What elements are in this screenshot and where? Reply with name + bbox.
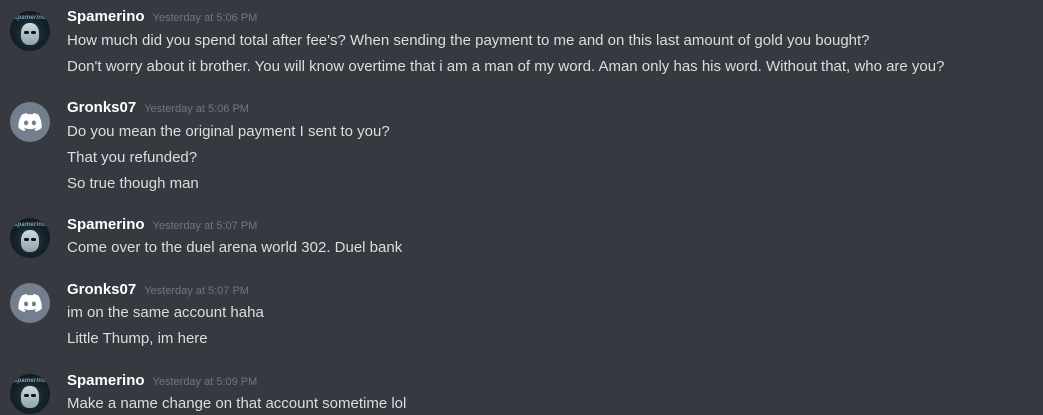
timestamp: Yesterday at 5:07 PM [144,285,249,297]
timestamp: Yesterday at 5:07 PM [152,220,258,232]
message-text: Do you mean the original payment I sent … [67,123,390,140]
message-text: im on the same account haha [67,304,264,321]
message-text: Make a name change on that account somet… [67,395,407,412]
avatar[interactable]: spamerino [10,218,50,258]
skull-icon [21,23,39,45]
message-text: So true though man [67,175,199,192]
message-header: Spamerino Yesterday at 5:06 PM [67,8,257,28]
avatar[interactable] [10,102,50,142]
message-header: Gronks07 Yesterday at 5:07 PM [67,281,249,301]
skull-icon [21,386,39,408]
username[interactable]: Spamerino [67,216,145,233]
message-text: How much did you spend total after fee's… [67,32,870,49]
message-header: Spamerino Yesterday at 5:09 PM [67,372,257,392]
message-header: Gronks07 Yesterday at 5:06 PM [67,99,249,119]
discord-logo-icon [18,294,42,312]
message-text: Little Thump, im here [67,330,208,347]
avatar[interactable]: spamerino [10,11,50,51]
discord-logo-icon [18,113,42,131]
username[interactable]: Gronks07 [67,99,136,116]
username[interactable]: Gronks07 [67,281,136,298]
username[interactable]: Spamerino [67,8,145,25]
avatar[interactable] [10,283,50,323]
message-text: Don't worry about it brother. You will k… [67,58,945,75]
message-text: That you refunded? [67,149,198,166]
timestamp: Yesterday at 5:09 PM [152,376,258,388]
avatar[interactable]: spamerino [10,374,50,414]
timestamp: Yesterday at 5:06 PM [144,103,249,115]
avatar-logo: spamerino [13,222,47,228]
message-text: Come over to the duel arena world 302. D… [67,239,403,256]
avatar-logo: spamerino [13,15,47,21]
username[interactable]: Spamerino [67,372,145,389]
timestamp: Yesterday at 5:06 PM [152,12,258,24]
avatar-logo: spamerino [13,378,47,384]
skull-icon [21,230,39,252]
message-header: Spamerino Yesterday at 5:07 PM [67,216,257,236]
